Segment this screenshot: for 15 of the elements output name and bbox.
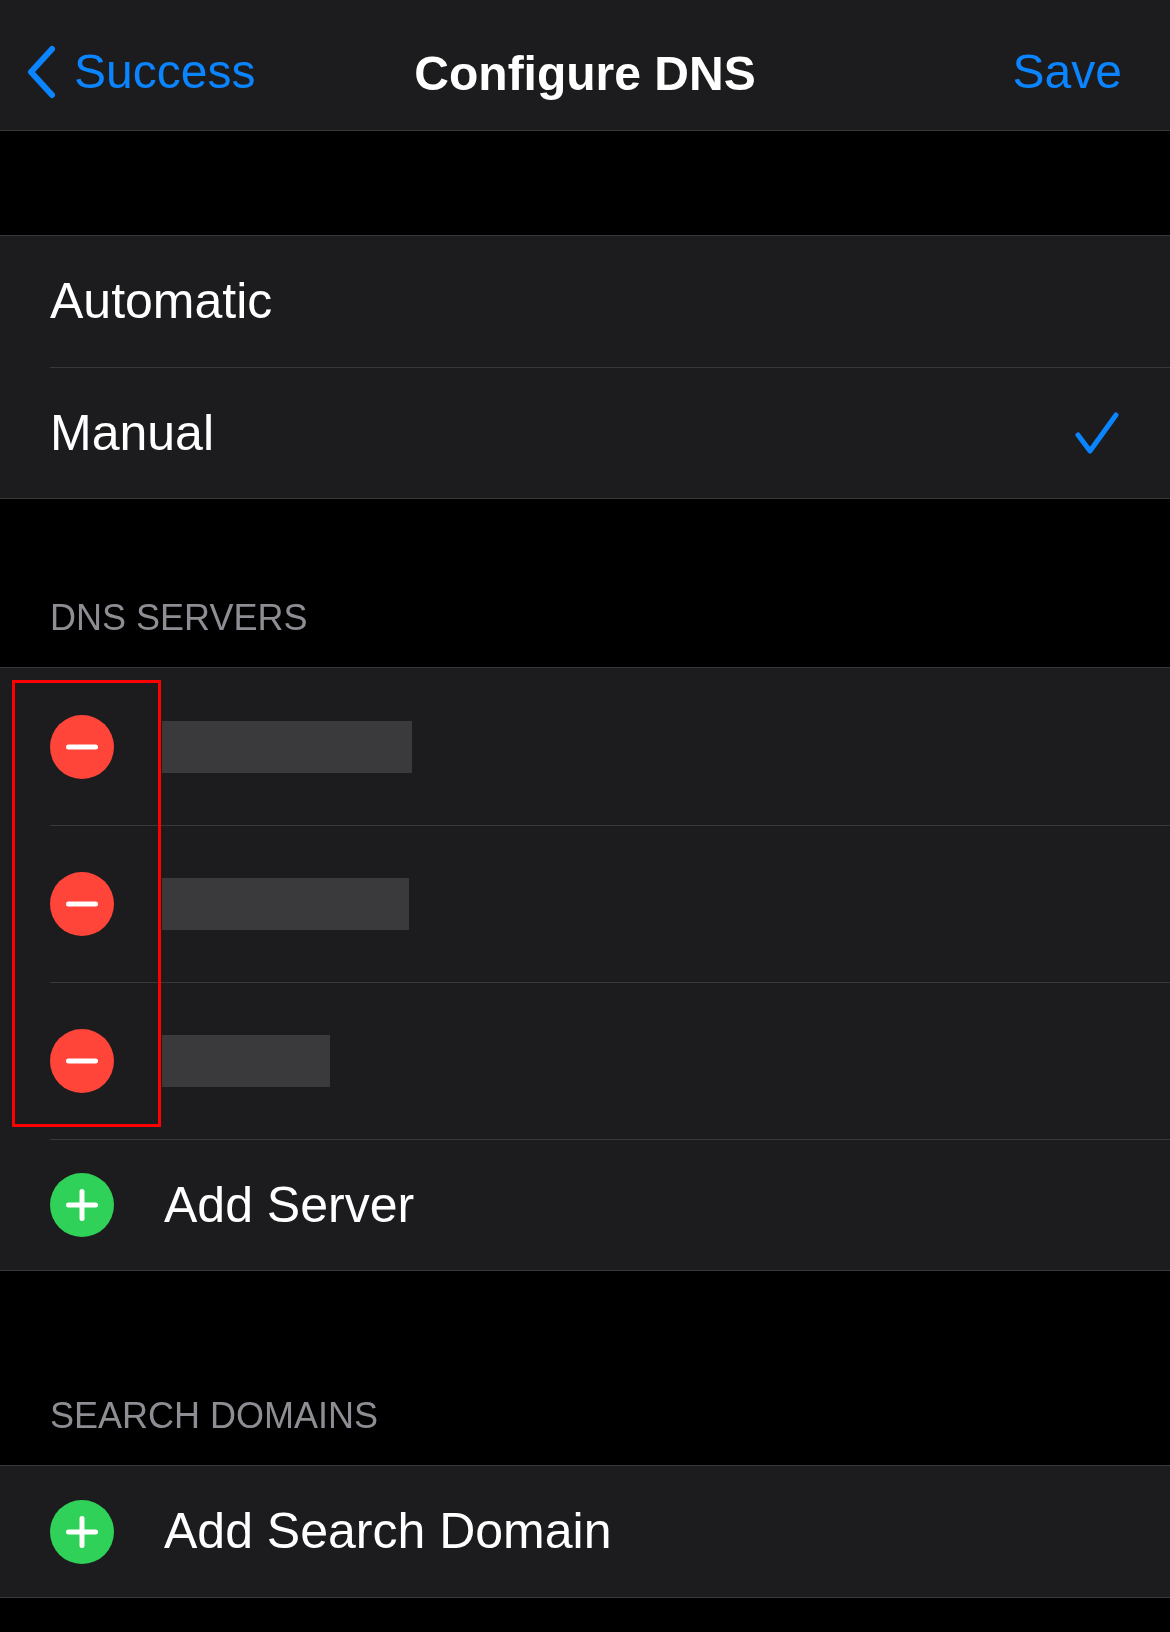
back-button[interactable]: Success (26, 36, 256, 108)
option-row[interactable]: Automatic (50, 236, 1170, 367)
option-row[interactable]: Manual (50, 367, 1170, 498)
screen-title: Configure DNS (414, 46, 756, 102)
section-header: DNS SERVERS (49, 596, 309, 640)
save-button[interactable]: Save (1012, 36, 1122, 108)
remove-icon[interactable] (50, 714, 114, 779)
remove-icon[interactable] (50, 872, 114, 936)
remove-icon[interactable] (50, 1029, 114, 1093)
add-icon[interactable] (50, 1173, 114, 1237)
section-header: SEARCH DOMAINS (49, 1394, 380, 1438)
checkmark-icon (1074, 411, 1120, 455)
chevron-left-icon (26, 45, 56, 99)
add-server-label[interactable]: Add Server (164, 1167, 415, 1243)
add-icon[interactable] (50, 1499, 114, 1564)
